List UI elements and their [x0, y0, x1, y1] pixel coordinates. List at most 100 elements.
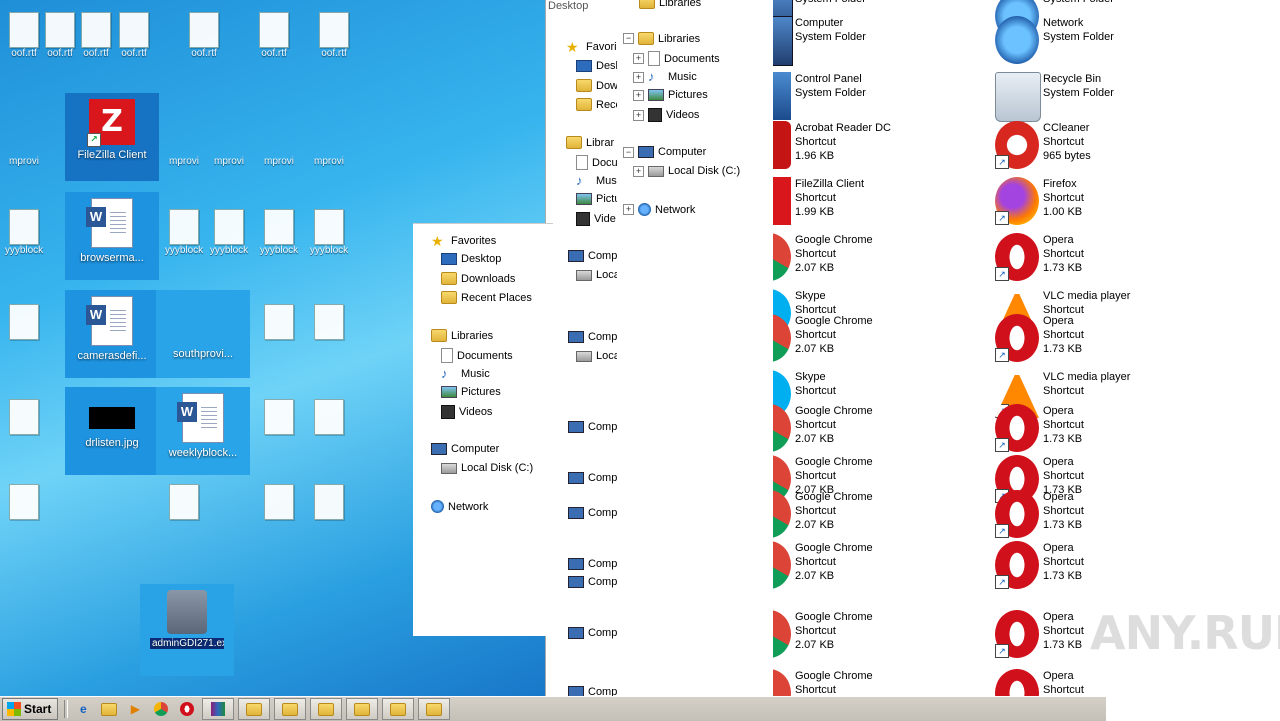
winrar-window-button[interactable] [202, 698, 235, 720]
ghost-icon: oof.rtf [110, 8, 158, 64]
taskbar-window-button[interactable] [310, 698, 343, 720]
file-type: Shortcut [1043, 248, 1084, 260]
nav-item-videos[interactable]: + Videos [633, 108, 699, 122]
nav-item-libraries[interactable]: Libraries [639, 0, 701, 9]
file-item[interactable]: ↗ Firefox Shortcut 1.00 KB [995, 177, 1195, 229]
taskbar-window-button[interactable] [382, 698, 415, 720]
nav-item-computer[interactable]: Compu [568, 331, 618, 343]
network-icon [431, 500, 444, 513]
file-item[interactable]: Control Panel System Folder [773, 72, 947, 124]
nav-item-network[interactable]: Network [431, 500, 488, 513]
taskbar-window-button[interactable] [274, 698, 307, 720]
nav-item-computer[interactable]: Compu [568, 507, 618, 519]
nav-item-music[interactable]: ♪ Musi [576, 174, 618, 188]
file-item[interactable]: ↗ Opera Shortcut 1.73 KB [995, 541, 1195, 593]
desktop-icon-browserma[interactable]: browserma... [65, 192, 159, 280]
collapse-icon[interactable]: − [623, 33, 634, 44]
nav-item-computer[interactable]: Compu [568, 421, 618, 433]
nav-item-documents[interactable]: Documents [441, 348, 513, 363]
media-player-icon[interactable]: ▶ [124, 699, 146, 719]
file-item[interactable]: ↗ Opera Shortcut 1.73 KB [995, 233, 1195, 285]
collapse-icon[interactable]: − [623, 146, 634, 158]
word-document-icon [86, 198, 133, 248]
nav-item-computer[interactable]: Compu [568, 472, 618, 484]
taskbar-window-button[interactable] [418, 698, 451, 720]
file-item[interactable]: ↗ Google Chrome Shortcut 2.07 KB [773, 541, 947, 593]
file-item[interactable]: ↗ CCleaner Shortcut 965 bytes [995, 121, 1195, 173]
nav-item-local-disk[interactable]: + Local Disk (C:) [633, 165, 740, 177]
desktop-icon-weeklyblock[interactable]: weeklyblock... [156, 387, 250, 475]
desktop-icon-southprovi[interactable]: southprovi... [156, 290, 250, 378]
expand-icon[interactable]: + [633, 71, 644, 83]
desktop-icon-filezilla[interactable]: Z ↗ FileZilla Client [65, 93, 159, 181]
nav-item-libraries[interactable]: Libraries [431, 329, 493, 342]
file-item[interactable]: ↗ Opera Shortcut 1.73 KB [995, 314, 1195, 366]
nav-item-videos[interactable]: Videos [441, 405, 492, 419]
nav-item-local-disk[interactable]: Loca [576, 269, 618, 281]
file-item[interactable]: ↗ Acrobat Reader DC Shortcut 1.96 KB [773, 121, 947, 173]
expand-icon[interactable]: + [633, 53, 644, 64]
file-item[interactable]: ↗ Opera Shortcut 1.73 KB [995, 404, 1195, 456]
explorer-nav-pane-mid: Desktop ★Favori Desk Dow Rece Librar Doc… [545, 0, 618, 696]
nav-item-recent[interactable]: Rece [576, 98, 618, 111]
file-item[interactable]: ↗ Opera Shortcut 1.73 KB [995, 490, 1195, 542]
nav-item-pictures[interactable]: + Pictures [633, 89, 708, 101]
file-item[interactable]: Recycle Bin System Folder [995, 72, 1195, 124]
nav-item-network[interactable]: + Network [623, 203, 695, 216]
address-bar[interactable]: Desktop [548, 0, 588, 12]
nav-item-pictures[interactable]: Pictures [441, 386, 501, 398]
nav-item-libraries[interactable]: Librar [566, 136, 614, 149]
nav-item-recent-places[interactable]: Recent Places [441, 291, 532, 304]
nav-item-music[interactable]: ♪ Music [441, 367, 490, 381]
ie-icon[interactable]: e [72, 699, 94, 719]
start-button[interactable]: Start [2, 698, 59, 720]
nav-item-documents[interactable]: Docu [576, 155, 618, 170]
nav-item-desktop[interactable]: Desktop [441, 253, 501, 265]
file-meta: Recycle Bin System Folder [1043, 72, 1114, 100]
taskbar-window-button[interactable] [346, 698, 379, 720]
nav-item-computer[interactable]: − Computer [623, 146, 706, 158]
nav-item-favorites[interactable]: ★ Favorites [431, 234, 496, 248]
desktop-icon-drlisten[interactable]: drlisten.jpg [65, 387, 159, 475]
nav-item-computer[interactable]: Compu [568, 558, 618, 570]
nav-item-computer[interactable]: Compu [568, 627, 618, 639]
nav-item-local-disk[interactable]: Loca [576, 350, 618, 362]
nav-item-favorites[interactable]: ★ Favori [566, 40, 617, 54]
file-item[interactable]: ↗ Google Chrome Shortcut 2.07 KB [773, 233, 947, 285]
nav-item-downloads[interactable]: Dow [576, 79, 618, 92]
file-item[interactable]: Network System Folder [995, 16, 1195, 68]
file-item[interactable]: Computer System Folder [773, 16, 947, 68]
expand-icon[interactable]: + [633, 89, 644, 101]
opera-icon[interactable] [176, 699, 198, 719]
nav-item-computer[interactable]: Compu [568, 686, 618, 696]
ghost-label: oof.rtf [121, 48, 147, 59]
nav-item-desktop[interactable]: Desk [576, 60, 618, 72]
nav-item-local-disk[interactable]: Local Disk (C:) [441, 462, 533, 474]
file-item[interactable]: ↗ Opera Shortcut [995, 669, 1195, 696]
file-item[interactable]: ↗ FileZilla Client Shortcut 1.99 KB [773, 177, 947, 229]
nav-item-music[interactable]: + ♪ Music [633, 70, 697, 84]
nav-item-libraries[interactable]: − Libraries [623, 32, 700, 45]
chrome-icon[interactable] [150, 699, 172, 719]
nav-item-computer[interactable]: Compu [568, 576, 618, 588]
nav-item-computer[interactable]: Compu [568, 250, 618, 262]
expand-icon[interactable]: + [633, 165, 644, 177]
desktop-icon-camerasdefi[interactable]: camerasdefi... [65, 290, 159, 378]
expand-icon[interactable]: + [623, 204, 634, 215]
file-item[interactable]: ↗ Google Chrome Shortcut 2.07 KB [773, 490, 947, 542]
taskbar-window-button[interactable] [238, 698, 271, 720]
file-item[interactable]: ↗ Google Chrome Shortcut [773, 669, 947, 696]
file-item[interactable]: ↗ Google Chrome Shortcut 2.07 KB [773, 610, 947, 662]
desktop-icon-admin[interactable]: adminGDI271.exe.exe [140, 584, 234, 676]
nav-item-downloads[interactable]: Downloads [441, 272, 515, 285]
explorer-icon[interactable] [98, 699, 120, 719]
file-meta: Network System Folder [1043, 16, 1114, 44]
expand-icon[interactable]: + [633, 109, 644, 121]
file-item[interactable]: ↗ Google Chrome Shortcut 2.07 KB [773, 404, 947, 456]
nav-item-documents[interactable]: + Documents [633, 51, 720, 66]
file-item[interactable]: ↗ Google Chrome Shortcut 2.07 KB [773, 314, 947, 366]
file-size: 1.73 KB [1043, 519, 1083, 531]
nav-item-videos[interactable]: Vide [576, 212, 616, 226]
nav-item-pictures[interactable]: Pictu [576, 193, 618, 205]
nav-item-computer[interactable]: Computer [431, 443, 499, 455]
